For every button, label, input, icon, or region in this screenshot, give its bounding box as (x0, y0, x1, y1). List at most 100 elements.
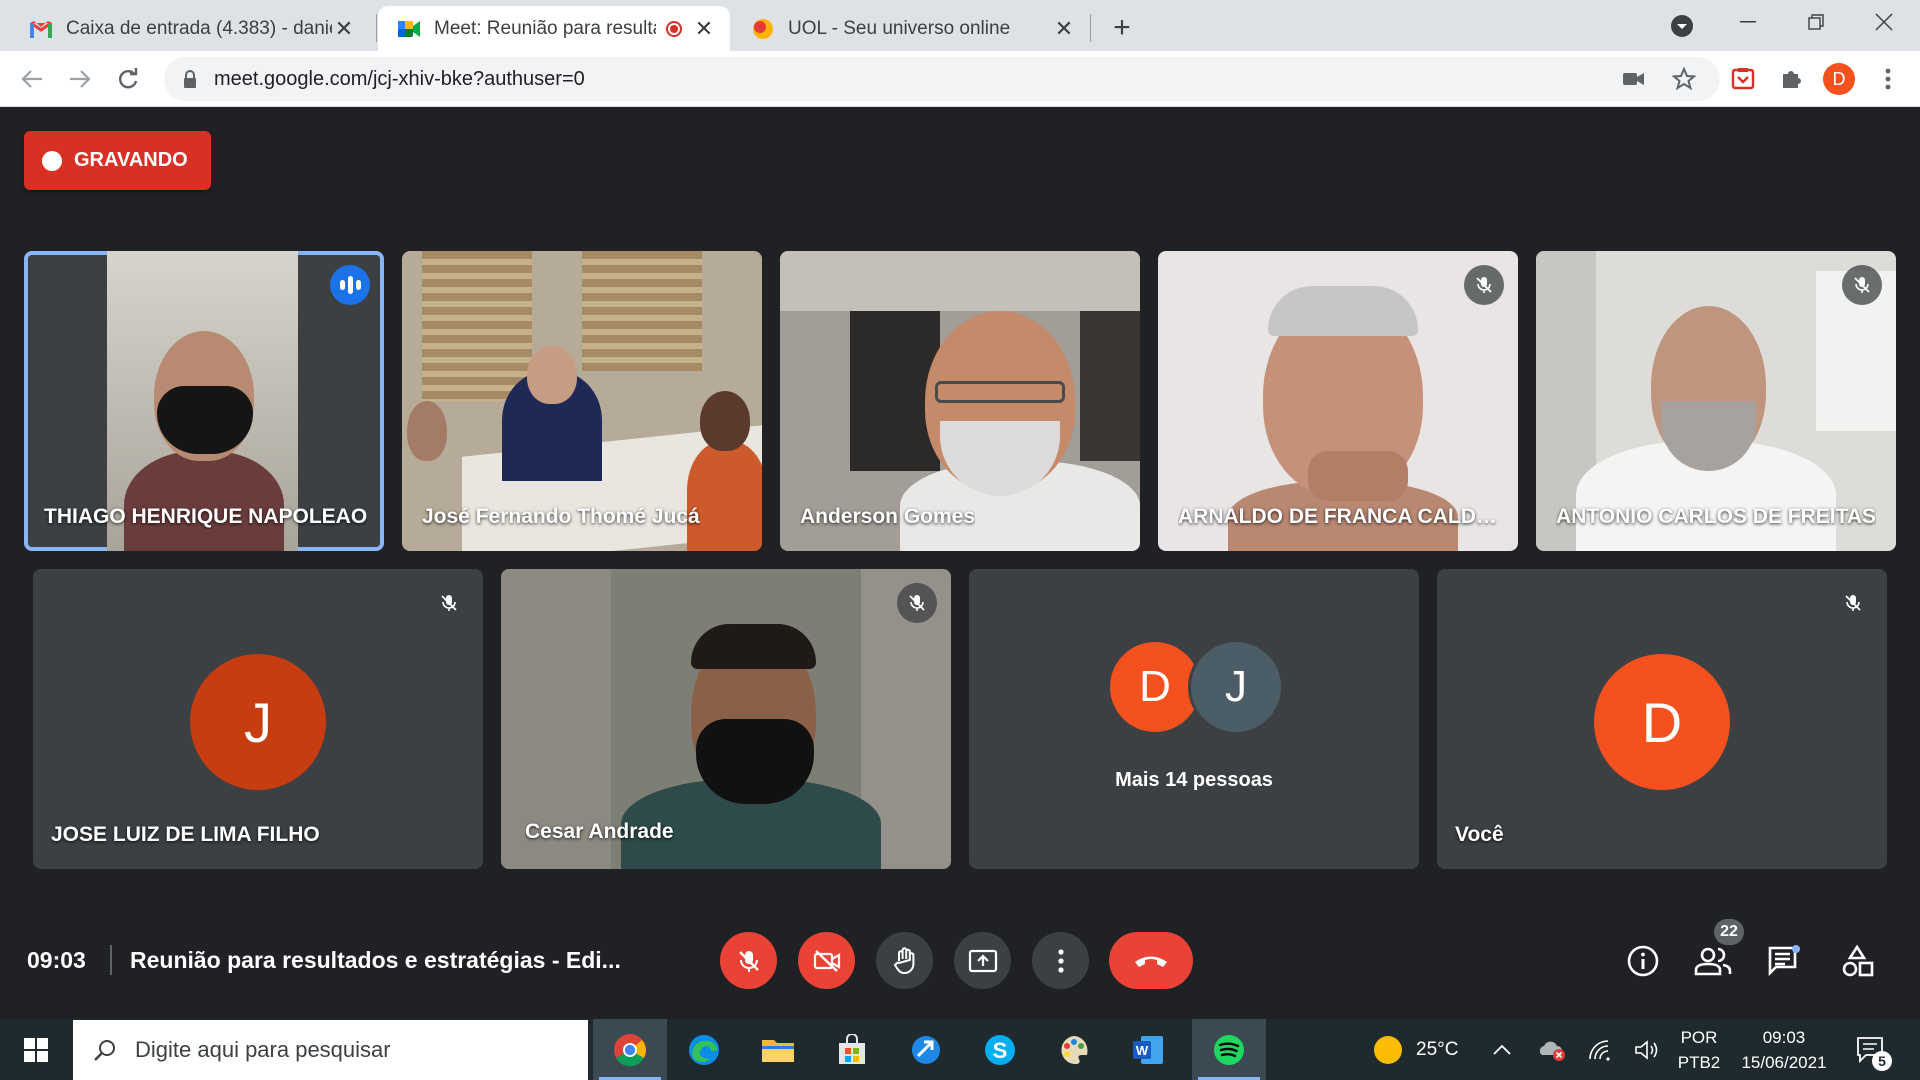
profile-avatar-button[interactable]: D (1819, 59, 1859, 99)
raise-hand-button[interactable] (876, 932, 933, 989)
close-tab-icon[interactable]: ✕ (1052, 16, 1076, 41)
restore-button[interactable] (1786, 0, 1846, 44)
extensions-puzzle-icon[interactable] (1771, 59, 1811, 99)
recording-label: GRAVANDO (74, 149, 188, 171)
divider (110, 945, 112, 975)
tab-divider (1090, 14, 1091, 42)
present-to-all-icon (968, 949, 997, 972)
info-icon (1627, 945, 1659, 977)
volume-control[interactable] (1634, 1019, 1660, 1080)
chat-button[interactable] (1760, 937, 1808, 985)
participant-name: ARNALDO DE FRANCA CALDA... (1178, 505, 1508, 528)
close-tab-icon[interactable]: ✕ (332, 16, 356, 41)
recording-indicator-icon (666, 20, 682, 37)
hand-icon (893, 946, 914, 974)
more-vert-icon (1057, 948, 1064, 973)
avatar: D (1823, 63, 1855, 95)
tab-search-button[interactable] (1652, 4, 1712, 48)
speaker-icon (1635, 1039, 1658, 1060)
taskbar-chrome[interactable] (593, 1019, 667, 1080)
close-tab-icon[interactable]: ✕ (692, 16, 716, 41)
more-participants-tile[interactable]: D J Mais 14 pessoas (969, 569, 1419, 869)
taskbar-paint[interactable] (1037, 1019, 1111, 1080)
record-dot-icon (42, 150, 62, 171)
leave-call-button[interactable] (1109, 932, 1193, 989)
more-people-label: Mais 14 pessoas (1115, 769, 1273, 791)
avatar: D (1594, 654, 1730, 790)
taskbar-store[interactable] (815, 1019, 889, 1080)
notification-center-button[interactable]: 5 (1856, 1019, 1892, 1080)
system-clock[interactable]: 09:03 15/06/2021 (1732, 1025, 1836, 1075)
taskbar-edge[interactable] (667, 1019, 741, 1080)
participant-tile-jose-fernando[interactable]: José Fernando Thomé Jucá (402, 251, 762, 551)
camera-in-use-icon[interactable] (1614, 59, 1654, 99)
remote-desktop-icon (912, 1035, 940, 1064)
search-icon (94, 1040, 115, 1061)
participant-tile-anderson[interactable]: Anderson Gomes (780, 251, 1140, 551)
taskbar-skype[interactable]: S (963, 1019, 1037, 1080)
weather-widget[interactable]: 25°C (1374, 1019, 1458, 1080)
back-button[interactable] (14, 61, 50, 97)
tab-divider (376, 14, 377, 42)
minimize-button[interactable] (1718, 0, 1778, 44)
participant-name: Você (1455, 823, 1504, 846)
address-bar[interactable]: meet.google.com/jcj-xhiv-bke?authuser=0 (164, 57, 1720, 101)
participant-name: THIAGO HENRIQUE NAPOLEAO (44, 505, 368, 528)
taskbar-app-arrow[interactable] (889, 1019, 963, 1080)
windows-logo-icon (24, 1037, 48, 1062)
taskbar-file-explorer[interactable] (741, 1019, 815, 1080)
input-language[interactable]: POR PTB2 (1672, 1025, 1726, 1075)
close-window-button[interactable] (1854, 0, 1914, 44)
toggle-camera-button[interactable] (798, 932, 855, 989)
bookmark-star-icon[interactable] (1664, 59, 1704, 99)
meeting-title[interactable]: Reunião para resultados e estratégias - … (130, 947, 621, 974)
participant-name: José Fernando Thomé Jucá (422, 505, 700, 528)
clock-time: 09:03 (1762, 1028, 1806, 1047)
taskbar-search-input[interactable]: Digite aqui para pesquisar (73, 1020, 588, 1080)
participant-tile-cesar[interactable]: Cesar Andrade (501, 569, 951, 869)
chat-icon (1768, 945, 1800, 977)
start-button[interactable] (0, 1019, 72, 1080)
tab-title: UOL - Seu universo online (788, 17, 1011, 39)
self-tile[interactable]: D Você (1437, 569, 1887, 869)
reload-button[interactable] (110, 61, 146, 97)
network-status[interactable] (1588, 1019, 1614, 1080)
tab-gmail[interactable]: Caixa de entrada (4.383) - daniel ✕ (10, 6, 370, 51)
participant-tile-arnaldo[interactable]: ARNALDO DE FRANCA CALDA... (1158, 251, 1518, 551)
tab-title: Caixa de entrada (4.383) - daniel (66, 17, 332, 39)
avatar: J (1191, 642, 1281, 732)
forward-button[interactable] (62, 61, 98, 97)
mic-off-icon (738, 950, 759, 972)
clock-date: 15/06/2021 (1741, 1053, 1827, 1072)
participant-tile-jose-luiz[interactable]: J JOSE LUIZ DE LIMA FILHO (33, 569, 483, 869)
show-hidden-icons-button[interactable] (1492, 1019, 1512, 1080)
meeting-details-button[interactable] (1619, 937, 1667, 985)
toggle-mic-button[interactable] (720, 932, 777, 989)
browser-toolbar: meet.google.com/jcj-xhiv-bke?authuser=0 … (0, 51, 1920, 107)
taskbar-spotify[interactable] (1192, 1019, 1266, 1080)
lock-icon[interactable] (180, 69, 200, 89)
search-placeholder: Digite aqui para pesquisar (135, 1037, 391, 1062)
word-icon: W (1133, 1035, 1163, 1064)
participant-tile-thiago[interactable]: THIAGO HENRIQUE NAPOLEAO (24, 251, 384, 551)
more-options-button[interactable] (1032, 932, 1089, 989)
windows-taskbar: Digite aqui para pesquisar S W 25°C POR … (0, 1019, 1920, 1080)
chrome-menu-button[interactable] (1868, 59, 1908, 99)
tab-meet[interactable]: Meet: Reunião para resultado ✕ (378, 6, 730, 51)
paint-palette-icon (1061, 1035, 1088, 1064)
onedrive-status[interactable] (1536, 1019, 1566, 1080)
taskbar-word[interactable]: W (1111, 1019, 1185, 1080)
recording-badge[interactable]: GRAVANDO (24, 131, 211, 190)
skype-icon: S (985, 1034, 1015, 1065)
url-text[interactable]: meet.google.com/jcj-xhiv-bke?authuser=0 (214, 68, 585, 91)
more-vert-icon (1885, 68, 1891, 90)
close-icon (1875, 13, 1893, 31)
tab-uol[interactable]: UOL - Seu universo online ✕ (732, 6, 1090, 51)
present-screen-button[interactable] (954, 932, 1011, 989)
extension-pocket-icon[interactable] (1723, 59, 1763, 99)
chrome-icon (614, 1033, 646, 1066)
activities-button[interactable] (1833, 937, 1881, 985)
new-tab-button[interactable]: + (1104, 10, 1140, 46)
people-icon (1694, 947, 1732, 976)
participant-tile-antonio[interactable]: ANTONIO CARLOS DE FREITAS (1536, 251, 1896, 551)
